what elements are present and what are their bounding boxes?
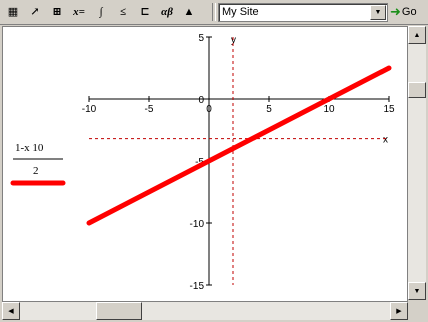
trace-expression-denominator[interactable]: 2 xyxy=(33,165,39,177)
scrollbar-corner xyxy=(408,302,426,320)
x-tick-label: 5 xyxy=(266,104,272,115)
scroll-up-icon[interactable]: ▲ xyxy=(408,26,426,44)
y-tick-label: -10 xyxy=(190,219,205,230)
vertical-scrollbar[interactable]: ▲ ▼ xyxy=(408,26,426,300)
x-tick-label: 10 xyxy=(323,104,335,115)
y-tick-label: 0 xyxy=(198,95,204,106)
symbolic-icon[interactable]: ▲ xyxy=(180,3,198,21)
horizontal-scroll-thumb[interactable] xyxy=(96,302,142,320)
y-tick-label: 5 xyxy=(198,33,204,44)
boolean-icon[interactable]: ≤ xyxy=(114,3,132,21)
x-axis-name: x xyxy=(383,135,388,146)
graph-icon[interactable]: ↗ xyxy=(26,3,44,21)
horizontal-scrollbar[interactable]: ◀ ▶ xyxy=(2,302,408,320)
programming-icon[interactable]: ⊏ xyxy=(136,3,154,21)
x-tick-label: 15 xyxy=(383,104,395,115)
worksheet-canvas[interactable]: -10 -5 0 5 10 15 5 0 -5 -10 -15 x y 1-x 10 2 xyxy=(2,26,408,302)
x-tick-label: 0 xyxy=(206,104,212,115)
trace-expression-numerator[interactable]: 1-x 10 xyxy=(15,142,44,154)
y-tick-label: -15 xyxy=(190,281,205,292)
x-tick-label: -10 xyxy=(82,104,97,115)
url-value: My Site xyxy=(222,6,259,18)
matrix-icon[interactable]: ⊞ xyxy=(48,3,66,21)
scroll-right-icon[interactable]: ▶ xyxy=(390,302,408,320)
x-tick-label: -5 xyxy=(145,104,154,115)
xy-plot[interactable]: -10 -5 0 5 10 1550-5-10-15xy 1-x 10 2 xyxy=(3,27,407,301)
scroll-left-icon[interactable]: ◀ xyxy=(2,302,20,320)
greek-icon[interactable]: αβ xyxy=(158,3,176,21)
vertical-scroll-thumb[interactable] xyxy=(408,82,426,98)
go-label: Go xyxy=(401,6,417,18)
evaluation-icon[interactable]: x= xyxy=(70,3,88,21)
math-toolbar: ▦ ↗ ⊞ x= ∫ ≤ ⊏ αβ ▲ My Site ▼ ➜ Go xyxy=(0,0,428,25)
calculator-icon[interactable]: ▦ xyxy=(4,3,22,21)
toolbar-separator xyxy=(212,3,216,21)
url-combobox[interactable]: My Site ▼ xyxy=(218,3,388,22)
go-arrow-icon: ➜ xyxy=(390,4,401,19)
calculus-icon[interactable]: ∫ xyxy=(92,3,110,21)
scroll-down-icon[interactable]: ▼ xyxy=(408,282,426,300)
trace-line[interactable] xyxy=(86,65,392,226)
chevron-down-icon[interactable]: ▼ xyxy=(370,5,386,20)
go-button[interactable]: ➜ Go xyxy=(390,3,426,21)
